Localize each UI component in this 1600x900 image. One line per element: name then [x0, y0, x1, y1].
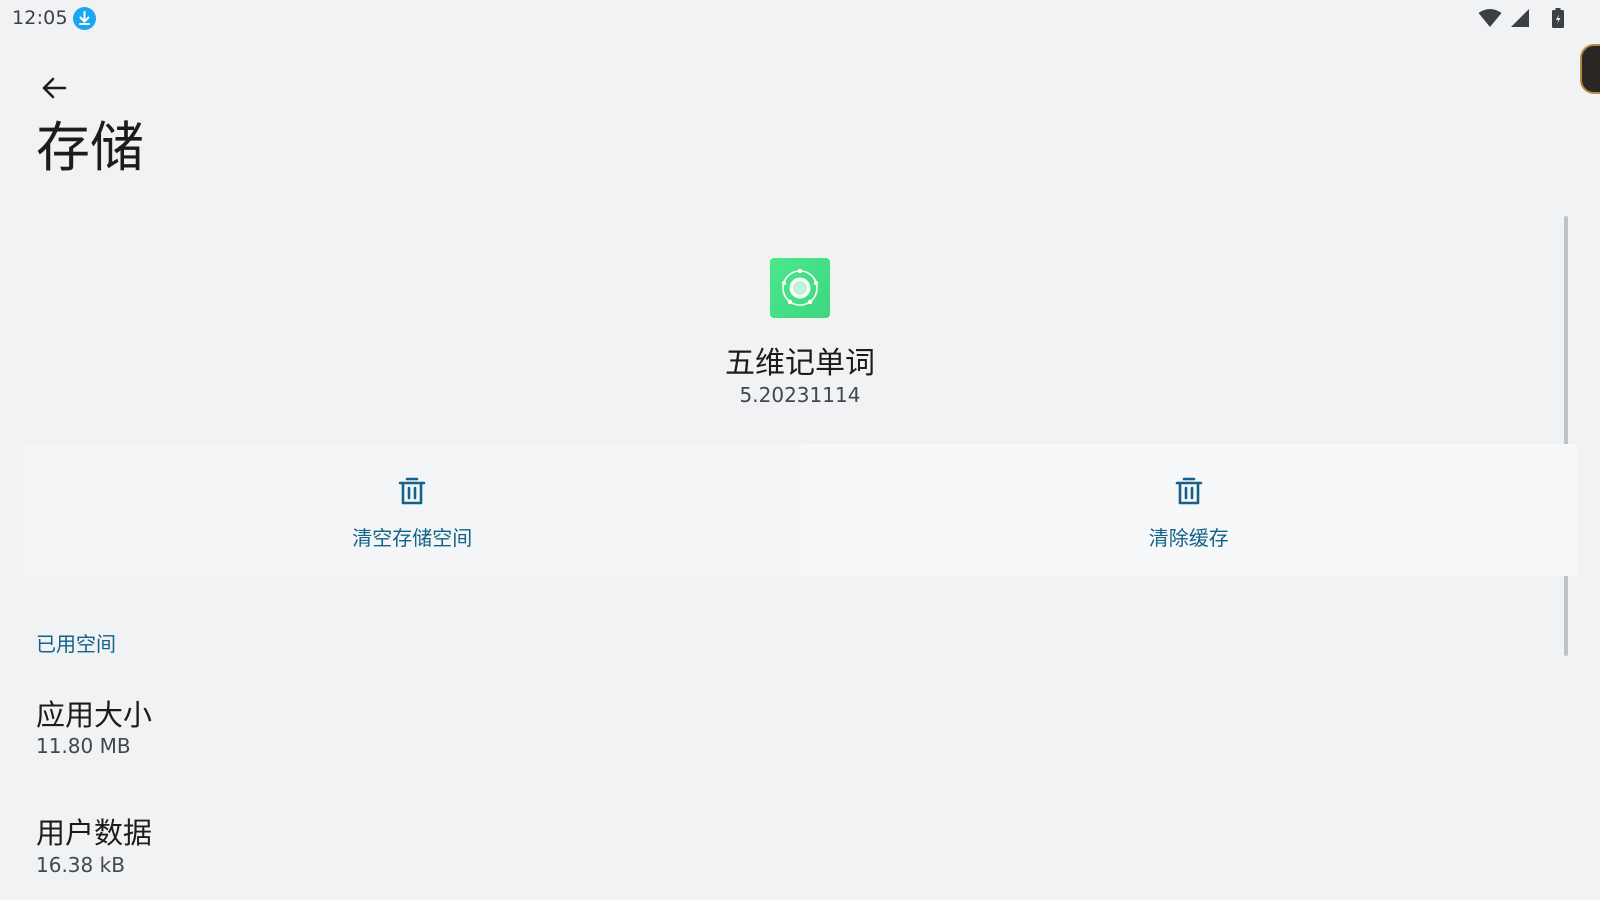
download-icon — [73, 7, 96, 30]
app-version: 5.20231114 — [739, 383, 861, 407]
battery-icon — [1552, 8, 1564, 28]
trash-icon — [398, 477, 426, 505]
floating-edge-handle[interactable] — [1580, 44, 1600, 94]
app-logo-icon — [781, 268, 819, 306]
status-time: 12:05 — [12, 7, 68, 29]
app-size-value: 11.80 MB — [36, 734, 131, 758]
user-data-title: 用户数据 — [36, 816, 153, 850]
app-name: 五维记单词 — [725, 346, 875, 381]
clear-cache-button[interactable]: 清除缓存 — [800, 444, 1577, 576]
clear-cache-label: 清除缓存 — [1148, 526, 1229, 550]
user-data-value: 16.38 kB — [36, 853, 125, 877]
wifi-icon — [1478, 9, 1502, 27]
action-buttons: 清空存储空间 清除缓存 — [24, 444, 1577, 576]
status-bar: 12:05 — [0, 0, 1600, 36]
clear-storage-label: 清空存储空间 — [352, 526, 473, 550]
page-title: 存储 — [36, 116, 144, 179]
app-icon — [770, 258, 830, 318]
back-button[interactable] — [30, 64, 78, 112]
clear-storage-button[interactable]: 清空存储空间 — [24, 444, 801, 576]
section-header-used-space: 已用空间 — [36, 632, 116, 656]
scrollbar[interactable] — [1564, 216, 1568, 656]
trash-icon — [1175, 477, 1203, 505]
app-size-title: 应用大小 — [36, 698, 153, 732]
signal-icon — [1511, 9, 1529, 27]
arrow-back-icon — [42, 77, 67, 99]
